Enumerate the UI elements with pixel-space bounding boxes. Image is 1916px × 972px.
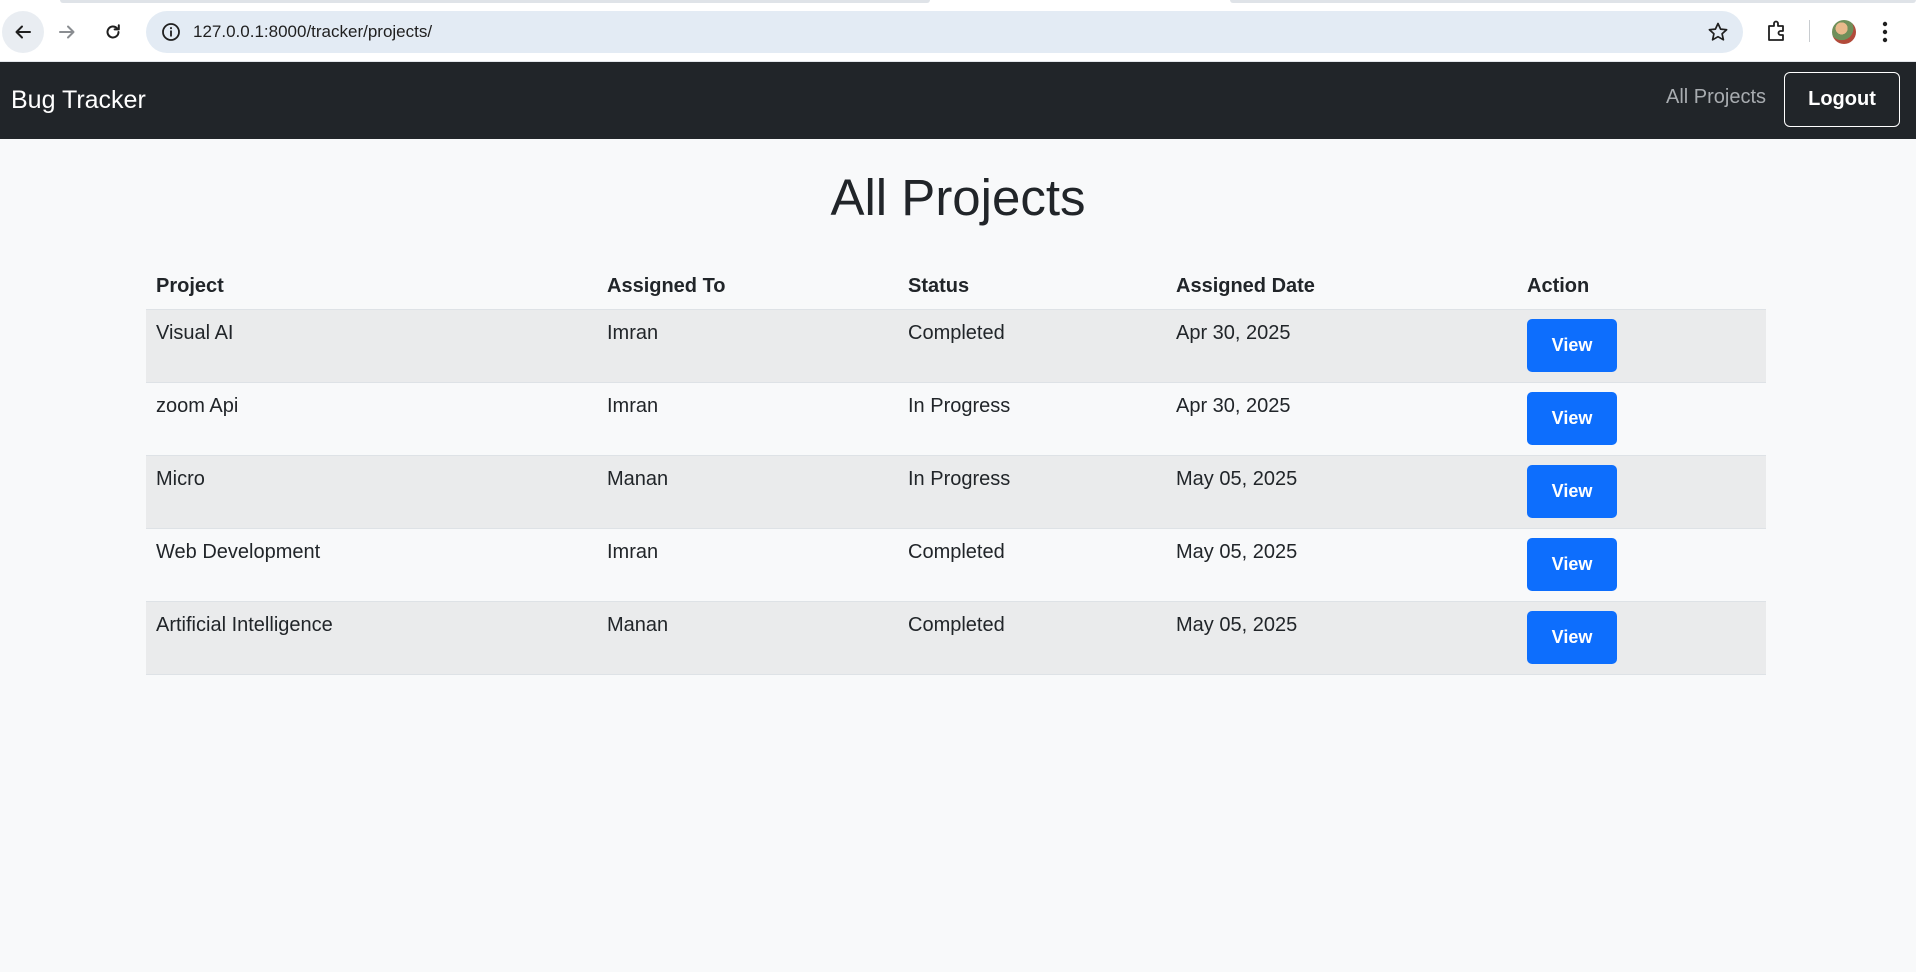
view-button[interactable]: View bbox=[1527, 465, 1617, 518]
bookmark-star-icon[interactable] bbox=[1707, 21, 1729, 43]
page-title: All Projects bbox=[830, 169, 1086, 226]
view-button[interactable]: View bbox=[1527, 319, 1617, 372]
nav-link-all-projects[interactable]: All Projects bbox=[1666, 86, 1766, 109]
action-cell: View bbox=[1517, 528, 1766, 602]
back-arrow-icon bbox=[15, 25, 31, 39]
tab-strip-edge bbox=[1230, 0, 1916, 3]
assigned-date: May 05, 2025 bbox=[1166, 528, 1517, 602]
top-navbar: Bug Tracker All Projects Logout bbox=[0, 62, 1916, 139]
action-cell: View bbox=[1517, 382, 1766, 456]
projects-table: Project Assigned To Status Assigned Date… bbox=[146, 264, 1766, 675]
project-name: Artificial Intelligence bbox=[146, 601, 597, 675]
view-button[interactable]: View bbox=[1527, 392, 1617, 445]
back-button[interactable] bbox=[2, 11, 44, 53]
kebab-menu-icon[interactable] bbox=[1880, 20, 1890, 44]
logout-button[interactable]: Logout bbox=[1784, 72, 1900, 127]
reload-icon bbox=[106, 24, 120, 39]
assigned-to: Imran bbox=[597, 309, 898, 383]
extensions-icon[interactable] bbox=[1764, 18, 1790, 44]
address-bar[interactable]: 127.0.0.1:8000/tracker/projects/ bbox=[146, 11, 1743, 53]
project-status: Completed bbox=[898, 528, 1166, 602]
site-info-icon[interactable] bbox=[160, 21, 182, 43]
column-header-status: Status bbox=[898, 264, 1166, 310]
view-button[interactable]: View bbox=[1527, 538, 1617, 591]
table-row: Artificial Intelligence Manan Completed … bbox=[146, 601, 1766, 675]
assigned-date: Apr 30, 2025 bbox=[1166, 309, 1517, 383]
forward-button[interactable] bbox=[46, 11, 88, 53]
assigned-date: May 05, 2025 bbox=[1166, 601, 1517, 675]
assigned-date: May 05, 2025 bbox=[1166, 455, 1517, 529]
column-header-assigned-to: Assigned To bbox=[597, 264, 898, 310]
action-cell: View bbox=[1517, 455, 1766, 529]
assigned-to: Imran bbox=[597, 382, 898, 456]
project-name: Visual AI bbox=[146, 309, 597, 383]
assigned-to: Imran bbox=[597, 528, 898, 602]
column-header-project: Project bbox=[146, 264, 597, 310]
toolbar-divider bbox=[1809, 20, 1810, 42]
table-row: Web Development Imran Completed May 05, … bbox=[146, 528, 1766, 602]
assigned-to: Manan bbox=[597, 601, 898, 675]
forward-arrow-icon bbox=[59, 25, 75, 39]
url-text[interactable]: 127.0.0.1:8000/tracker/projects/ bbox=[193, 22, 432, 42]
column-header-assigned-date: Assigned Date bbox=[1166, 264, 1517, 310]
project-name: Micro bbox=[146, 455, 597, 529]
reload-button[interactable] bbox=[92, 11, 134, 53]
column-header-action: Action bbox=[1517, 264, 1766, 310]
profile-avatar[interactable] bbox=[1832, 20, 1856, 44]
project-name: Web Development bbox=[146, 528, 597, 602]
project-status: In Progress bbox=[898, 382, 1166, 456]
table-row: Micro Manan In Progress May 05, 2025 Vie… bbox=[146, 455, 1766, 529]
project-status: In Progress bbox=[898, 455, 1166, 529]
tab-strip-edge bbox=[60, 0, 930, 3]
view-button[interactable]: View bbox=[1527, 611, 1617, 664]
project-status: Completed bbox=[898, 601, 1166, 675]
browser-toolbar: 127.0.0.1:8000/tracker/projects/ bbox=[0, 0, 1916, 62]
action-cell: View bbox=[1517, 309, 1766, 383]
assigned-to: Manan bbox=[597, 455, 898, 529]
project-status: Completed bbox=[898, 309, 1166, 383]
table-row: zoom Api Imran In Progress Apr 30, 2025 … bbox=[146, 382, 1766, 456]
table-header-row: Project Assigned To Status Assigned Date… bbox=[146, 264, 1766, 310]
brand-logo[interactable]: Bug Tracker bbox=[11, 86, 146, 115]
action-cell: View bbox=[1517, 601, 1766, 675]
project-name: zoom Api bbox=[146, 382, 597, 456]
assigned-date: Apr 30, 2025 bbox=[1166, 382, 1517, 456]
table-row: Visual AI Imran Completed Apr 30, 2025 V… bbox=[146, 309, 1766, 383]
